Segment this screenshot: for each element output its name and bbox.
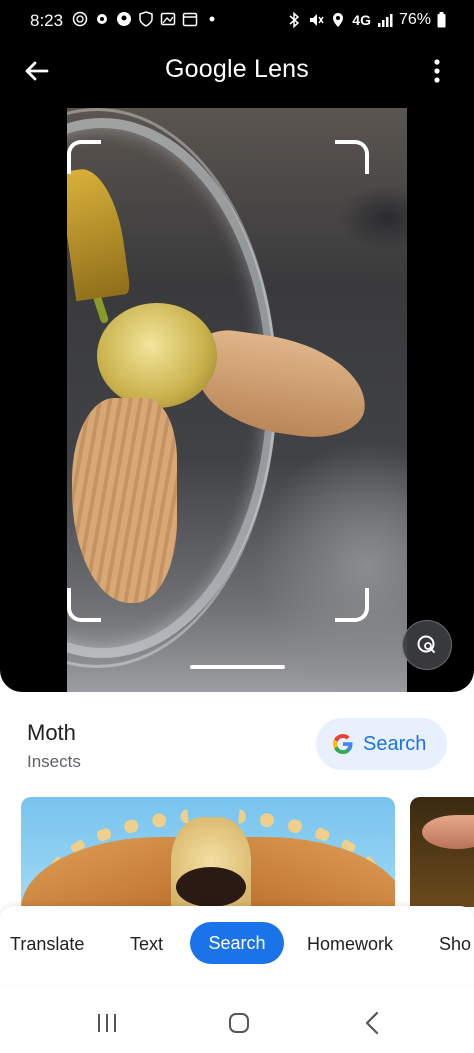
crop-frame[interactable] — [67, 108, 407, 692]
crop-handle-top-left[interactable] — [67, 140, 101, 174]
shield-icon — [139, 11, 153, 27]
status-bar: 8:23 4G 76% — [0, 0, 474, 42]
location-icon — [333, 13, 344, 27]
home-icon[interactable] — [224, 1010, 254, 1036]
status-time: 8:23 — [30, 11, 64, 30]
snake-head — [422, 815, 474, 849]
tab-search[interactable]: Search — [190, 922, 284, 964]
tab-shopping[interactable]: Sho — [439, 934, 471, 955]
tab-homework[interactable]: Homework — [307, 934, 393, 955]
camera-view: 8:23 4G 76% Google Lens — [0, 0, 474, 692]
result-image-1[interactable] — [21, 797, 395, 907]
recents-icon[interactable] — [92, 1010, 122, 1036]
back-icon[interactable] — [358, 1010, 388, 1036]
calendar-icon — [182, 12, 198, 27]
network-type: 4G — [352, 12, 371, 28]
notification-icons — [72, 11, 220, 27]
system-icons: 4G 76% — [286, 11, 446, 29]
result-category: Insects — [27, 752, 81, 771]
result-title: Moth — [27, 720, 76, 745]
tab-translate[interactable]: Translate — [10, 934, 84, 955]
bluetooth-icon — [289, 12, 300, 28]
mute-icon — [310, 14, 324, 26]
select-area-button[interactable] — [402, 620, 452, 670]
signal-icon — [377, 14, 393, 27]
crop-handle-bottom-right[interactable] — [335, 588, 369, 622]
captured-photo — [67, 108, 407, 692]
search-button-label: Search — [363, 732, 427, 755]
lens-mode-tabs: Translate Text Search Homework Sho — [0, 906, 474, 984]
tab-text[interactable]: Text — [130, 934, 163, 955]
crop-handle-top-right[interactable] — [335, 140, 369, 174]
gear-icon — [97, 14, 107, 24]
moth-wing — [21, 837, 196, 907]
more-vert-icon[interactable] — [426, 56, 448, 86]
moth-head — [176, 867, 246, 907]
fingerprint-icon — [72, 11, 88, 27]
app-bar: Google Lens — [0, 50, 474, 92]
result-image-2[interactable] — [410, 797, 474, 907]
app-title: Google Lens — [165, 55, 309, 83]
moth-wing — [231, 837, 395, 907]
sheet-drag-handle[interactable] — [190, 665, 285, 669]
image-icon — [160, 12, 176, 26]
battery-icon — [437, 12, 446, 28]
crop-handle-bottom-left[interactable] — [67, 588, 101, 622]
lens-search-icon — [417, 635, 435, 653]
app-icon — [117, 12, 131, 26]
more-dot-icon — [209, 16, 215, 22]
google-g-icon — [333, 734, 353, 754]
battery-percent: 76% — [398, 11, 431, 28]
google-search-button[interactable]: Search — [316, 718, 447, 770]
system-nav-bar — [0, 990, 474, 1053]
